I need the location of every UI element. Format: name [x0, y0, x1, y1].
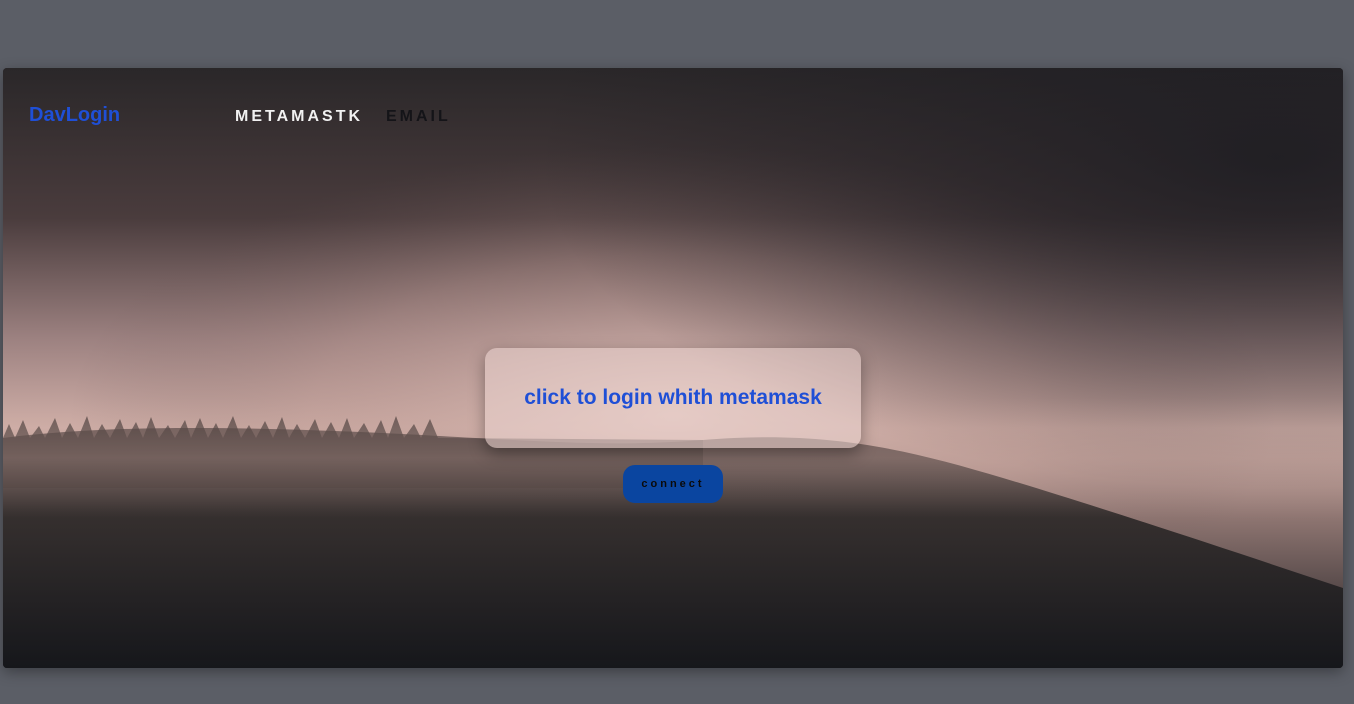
- login-panel: click to login whith metamask: [485, 348, 861, 448]
- brand-logo[interactable]: DavLogin: [29, 104, 120, 127]
- login-title: click to login whith metamask: [524, 386, 822, 409]
- top-navigation: DavLogin METAMASTK EMAIL: [3, 68, 1343, 168]
- page: DavLogin METAMASTK EMAIL click to login …: [0, 0, 1354, 704]
- login-window: DavLogin METAMASTK EMAIL click to login …: [3, 68, 1343, 668]
- nav-item-email[interactable]: EMAIL: [386, 108, 451, 126]
- nav-item-metamask[interactable]: METAMASTK: [235, 108, 363, 126]
- connect-button[interactable]: connect: [623, 465, 723, 503]
